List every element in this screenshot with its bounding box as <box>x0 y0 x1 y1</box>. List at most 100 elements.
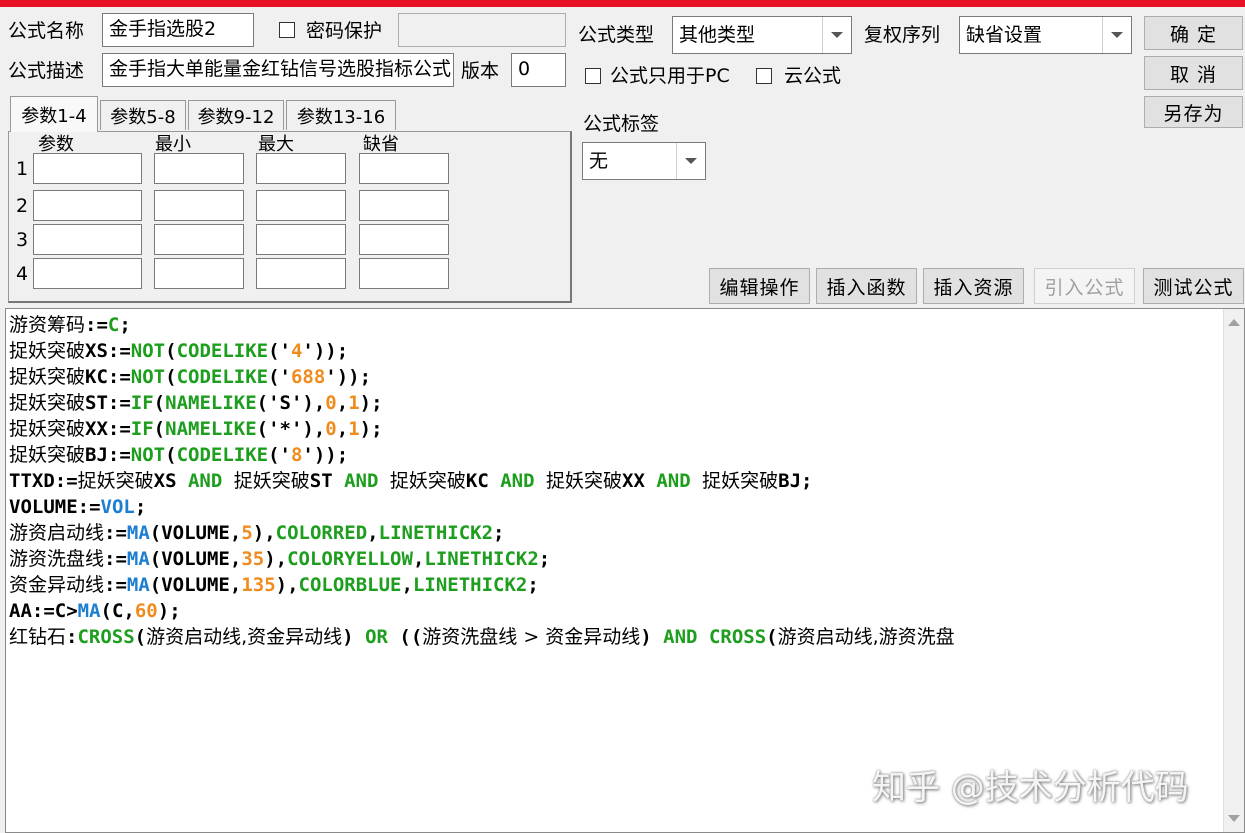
param-name-input[interactable] <box>33 224 142 255</box>
code-token: := <box>104 522 127 544</box>
code-token: COLORYELLOW <box>287 548 413 570</box>
param-row-number: 1 <box>16 158 29 180</box>
param-max-input[interactable] <box>256 224 346 255</box>
code-line: 资金异动线:=MA(VOLUME,135),COLORBLUE,LINETHIC… <box>9 572 955 598</box>
scroll-up-arrow-icon[interactable] <box>1228 319 1240 326</box>
fuquan-select[interactable]: 缺省设置 <box>959 16 1132 54</box>
code-token: , <box>401 574 413 596</box>
param-row-number: 2 <box>16 195 29 217</box>
formula-name-input[interactable]: 金手指选股2 <box>102 13 254 47</box>
cancel-button[interactable]: 取 消 <box>1144 56 1243 90</box>
code-token: , <box>412 548 425 570</box>
code-token: ) <box>342 626 366 648</box>
tab-params-5-8[interactable]: 参数5-8 <box>100 100 186 130</box>
formula-desc-input[interactable]: 金手指大单能量金红钻信号选股指标公式 <box>102 53 454 87</box>
code-token: COLORRED <box>275 522 368 544</box>
param-default-input[interactable] <box>359 224 449 255</box>
tab-params-13-16[interactable]: 参数13-16 <box>286 100 396 130</box>
scroll-down-arrow-icon[interactable] <box>1228 815 1240 822</box>
code-line: 游资筹码:=C; <box>9 312 955 338</box>
code-token: ')); <box>325 366 372 388</box>
param-max-input[interactable] <box>256 153 346 184</box>
code-line: 捉妖突破XX:=IF(NAMELIKE('*'),0,1); <box>9 416 955 442</box>
save-as-button[interactable]: 另存为 <box>1144 96 1243 128</box>
formula-code-editor[interactable]: 游资筹码:=C; 捉妖突破XS:=NOT(CODELIKE('4')); 捉妖突破K… <box>5 308 1245 833</box>
code-line: 捉妖突破BJ:=NOT(CODELIKE('8')); <box>9 442 955 468</box>
code-token: (C, <box>100 600 135 622</box>
param-default-input[interactable] <box>359 190 449 221</box>
param-min-input[interactable] <box>154 190 244 221</box>
param-min-input[interactable] <box>154 224 244 255</box>
code-token: 资金异动线 <box>9 574 105 596</box>
code-token: := <box>104 548 127 570</box>
code-token: 0 <box>325 418 337 440</box>
insert-resource-button[interactable]: 插入资源 <box>923 268 1024 304</box>
code-token: NOT <box>130 366 166 388</box>
code-token: TTXD:= <box>9 470 78 492</box>
password-protect-checkbox[interactable] <box>279 22 295 38</box>
code-token: ( <box>165 444 177 466</box>
code-token: AND <box>344 470 379 492</box>
code-token: VOLUME:= <box>9 496 101 518</box>
edit-ops-button[interactable]: 编辑操作 <box>709 268 810 304</box>
code-token: OR <box>365 626 388 648</box>
tab-params-9-12[interactable]: 参数9-12 <box>188 100 284 130</box>
pc-only-checkbox[interactable] <box>585 68 601 84</box>
vertical-scrollbar[interactable] <box>1223 309 1244 832</box>
param-name-input[interactable] <box>33 190 142 221</box>
code-token: 捉妖突破 <box>9 366 86 388</box>
code-token: ); <box>359 418 383 440</box>
param-default-input[interactable] <box>359 153 449 184</box>
param-default-input[interactable] <box>359 258 449 289</box>
param-min-input[interactable] <box>154 153 244 184</box>
code-token: (( <box>387 626 423 648</box>
ok-button[interactable]: 确 定 <box>1144 16 1243 50</box>
insert-function-button[interactable]: 插入函数 <box>816 268 917 304</box>
code-token: ); <box>359 392 383 414</box>
dropdown-arrow-icon[interactable] <box>822 17 851 53</box>
code-token: KC:= <box>85 366 131 388</box>
code-token: 35 <box>241 548 265 570</box>
code-token: (' <box>268 340 291 362</box>
code-token: ; <box>119 314 131 336</box>
code-token: ( <box>134 626 147 648</box>
code-token: 游资启动线 <box>9 522 105 544</box>
formula-type-value: 其他类型 <box>679 24 756 46</box>
code-token: NAMELIKE <box>165 392 257 414</box>
formula-tag-select[interactable]: 无 <box>582 142 706 180</box>
code-token: MA <box>126 548 150 570</box>
code-token: BJ:= <box>85 444 131 466</box>
cloud-formula-checkbox[interactable] <box>756 68 772 84</box>
code-line: TTXD:=捉妖突破XS AND 捉妖突破ST AND 捉妖突破KC AND 捉… <box>9 468 955 494</box>
code-token: 1 <box>348 392 360 414</box>
password-protect-label: 密码保护 <box>306 20 383 42</box>
code-token: ; <box>527 574 539 596</box>
code-text[interactable]: 游资筹码:=C; 捉妖突破XS:=NOT(CODELIKE('4')); 捉妖突破K… <box>9 312 955 650</box>
import-formula-button[interactable]: 引入公式 <box>1034 268 1135 304</box>
test-formula-button[interactable]: 测试公式 <box>1143 268 1244 304</box>
code-token: ), <box>252 522 276 544</box>
version-input[interactable]: 0 <box>511 53 566 87</box>
code-line: 捉妖突破ST:=IF(NAMELIKE('S'),0,1); <box>9 390 955 416</box>
tab-params-1-4[interactable]: 参数1-4 <box>10 96 98 132</box>
formula-type-select[interactable]: 其他类型 <box>672 16 852 54</box>
param-min-input[interactable] <box>154 258 244 289</box>
param-name-input[interactable] <box>33 258 142 289</box>
param-max-input[interactable] <box>256 258 346 289</box>
code-token: 捉妖突破 <box>9 444 86 466</box>
code-token: ), <box>275 574 299 596</box>
watermark: 知乎 @技术分析代码 <box>872 768 1189 808</box>
code-token: XS <box>153 470 188 492</box>
code-token: NOT <box>130 444 166 466</box>
dropdown-arrow-icon[interactable] <box>1102 17 1131 53</box>
code-token: MA <box>126 522 150 544</box>
password-input[interactable] <box>398 13 566 47</box>
code-token: CODELIKE <box>176 340 269 362</box>
code-token: 捉妖突破 <box>389 470 466 492</box>
code-token: 1 <box>348 418 360 440</box>
code-token: 捉妖突破 <box>77 470 154 492</box>
param-name-input[interactable] <box>33 153 142 184</box>
code-token: , <box>336 392 349 414</box>
dropdown-arrow-icon[interactable] <box>676 143 705 179</box>
param-max-input[interactable] <box>256 190 346 221</box>
